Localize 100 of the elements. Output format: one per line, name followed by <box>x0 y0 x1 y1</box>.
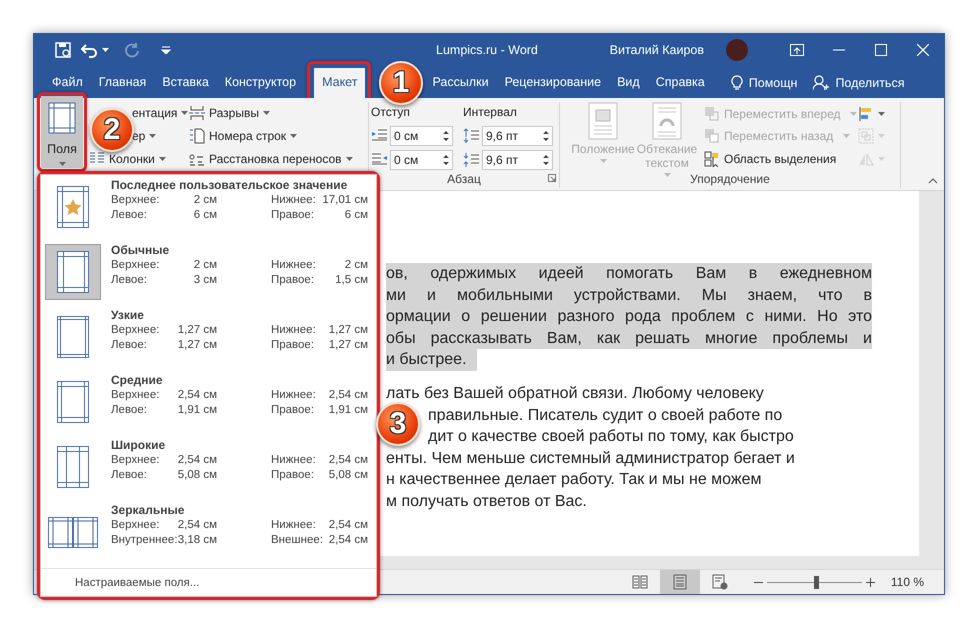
slider-thumb[interactable] <box>814 576 820 588</box>
field-value: 1,91 см <box>178 403 217 418</box>
ribbon-command[interactable]: Область выделения <box>704 150 836 167</box>
field-value: 1,5 см <box>335 273 368 288</box>
field-value: 2,54 см <box>328 388 368 403</box>
redo-icon[interactable] <box>124 42 140 58</box>
field-label: Правое: <box>271 403 314 418</box>
field-label: Правое: <box>271 208 314 223</box>
spacing-field[interactable]: 9,6 пт <box>482 150 553 170</box>
ribbon-command[interactable]: ер <box>132 128 156 142</box>
text-line: м получать ответов от Вас. <box>386 492 588 512</box>
preset-title: Средние <box>111 373 164 388</box>
save-icon[interactable] <box>54 41 72 59</box>
spin-arrows-icon <box>443 154 449 166</box>
zoom-slider[interactable] <box>766 576 862 588</box>
margin-preset-item[interactable]: Узкие Верхнее: 1,27 см Нижнее: 1,27 см Левое: 1,27 см Правое: 1,27 см <box>41 308 376 373</box>
spacing-after-icon <box>463 152 480 168</box>
field-label: Правое: <box>271 338 314 353</box>
field-value: 2,54 см <box>328 518 368 533</box>
ribbon-tab[interactable]: Файл <box>44 68 91 98</box>
margin-preset-item[interactable]: Средние Верхнее: 2,54 см Нижнее: 2,54 см Левое: 1,91 см Правое: 1,91 см <box>41 373 376 438</box>
person-icon <box>813 75 830 91</box>
selection-pane-icon <box>704 150 720 167</box>
ribbon-command[interactable]: Разрывы <box>189 104 270 120</box>
ribbon-tab[interactable]: Справка <box>648 68 713 98</box>
field-value: 2,54 см <box>178 518 217 533</box>
customize-icon[interactable] <box>161 46 171 54</box>
field-label: Левое: <box>111 338 147 353</box>
text-line: дит о качестве своей работы по тому, как быстро <box>428 427 795 447</box>
ribbon-tab[interactable]: Рецензирование <box>496 68 610 98</box>
ribbon-tab[interactable]: Конструктор <box>216 68 304 98</box>
spacing-field[interactable]: 9,6 пт <box>482 126 553 146</box>
field-label: Верхнее: <box>111 388 160 403</box>
zoom-in-icon[interactable] <box>866 578 875 586</box>
caret-icon <box>878 156 885 161</box>
maximize-icon[interactable] <box>875 44 887 56</box>
share-button[interactable]: Поделиться <box>835 76 904 90</box>
minimize-icon[interactable] <box>833 49 845 51</box>
group-title: Абзац <box>447 171 481 187</box>
field-value: 6 см <box>344 208 368 223</box>
tell-me-button[interactable]: Помощн <box>748 76 798 90</box>
text-line: лать без Вашей обратной связи. Любому человеку <box>386 384 765 404</box>
text-line: правильные. Писатель судит о своей работе по <box>428 406 784 426</box>
group-icon <box>858 128 874 144</box>
ribbon-command[interactable]: Номера строк <box>189 128 298 144</box>
indent-field[interactable]: 0 см <box>390 150 453 170</box>
field-value: 5,08 см <box>178 468 217 483</box>
text-wrap-icon <box>652 102 682 140</box>
field-value: 2 см <box>194 193 217 208</box>
field-value: 2,54 см <box>178 453 217 468</box>
lightbulb-icon <box>730 75 743 91</box>
send-backward-icon <box>704 128 720 144</box>
caret-icon <box>102 48 109 52</box>
preset-title: Зеркальные <box>111 503 186 518</box>
view-button[interactable] <box>660 570 700 594</box>
margin-preset-item[interactable]: Обычные Верхнее: 2 см Нижнее: 2 см Левое: 3 см Правое: 1,5 см <box>41 243 376 308</box>
field-value: 1,27 см <box>178 323 217 338</box>
ribbon-tab[interactable]: Рассылки <box>424 68 497 98</box>
ribbon-command[interactable]: Расстановка переносов <box>189 150 353 166</box>
ribbon-tab[interactable]: Вид <box>609 68 648 98</box>
user-name: Виталий Каиров <box>610 43 704 57</box>
margin-preset-item[interactable]: Зеркальные Верхнее: 2,54 см Нижнее: 2,54 см Внутреннее:3,18 см Внешнее: 2,54 см <box>41 503 376 568</box>
field-label: Правое: <box>271 468 314 483</box>
field-label: Правое: <box>271 273 314 288</box>
ribbon-display-icon[interactable] <box>790 44 804 56</box>
caret-icon <box>149 134 156 138</box>
field-value: 2,54 см <box>178 388 217 403</box>
web-layout-icon <box>712 574 728 590</box>
position-icon <box>588 102 618 140</box>
ribbon-tab[interactable]: Макет <box>314 68 366 98</box>
custom-margins-item[interactable]: Настраиваемые поля... <box>41 568 376 596</box>
field-value: 1,27 см <box>178 338 217 353</box>
field-label: Нижнее: <box>271 453 316 468</box>
align-button[interactable] <box>858 106 885 122</box>
indent-field[interactable]: 0 см <box>390 126 453 146</box>
field-label: Нижнее: <box>271 388 316 403</box>
collapse-ribbon-icon[interactable] <box>928 178 938 184</box>
spin-arrows-icon <box>443 130 449 142</box>
dialog-launcher-icon[interactable] <box>548 174 556 182</box>
ribbon-tab[interactable]: Вставка <box>154 68 217 98</box>
print-layout-icon <box>672 574 688 590</box>
close-icon[interactable] <box>917 44 929 56</box>
ribbon-tab[interactable]: Главная <box>90 68 154 98</box>
undo-icon[interactable] <box>81 42 99 58</box>
caret-icon <box>878 134 885 138</box>
group-label: Интервал <box>463 104 518 121</box>
mirrored-pages-icon <box>48 516 98 548</box>
caret-icon <box>878 112 885 116</box>
margin-preset-item[interactable]: Широкие Верхнее: 2,54 см Нижнее: 2,54 см Левое: 5,08 см Правое: 5,08 см <box>41 438 376 503</box>
field-value: 1,27 см <box>328 338 368 353</box>
zoom-level: 110 % <box>890 575 924 589</box>
ribbon-command[interactable]: ентация <box>132 106 188 120</box>
caret-icon <box>346 156 353 160</box>
field-label: Нижнее: <box>271 323 316 338</box>
field-value: 2 см <box>194 258 217 273</box>
field-value: 2 см <box>344 258 368 273</box>
margin-preset-item[interactable]: Последнее пользовательское значение Верхнее: 2 см Нижнее: 17,01 см Левое: 6 см Правое: 6 см <box>41 178 376 243</box>
margins-button[interactable]: Поля <box>41 96 83 168</box>
ribbon-command[interactable]: Колонки <box>89 150 166 166</box>
align-icon <box>858 106 874 122</box>
